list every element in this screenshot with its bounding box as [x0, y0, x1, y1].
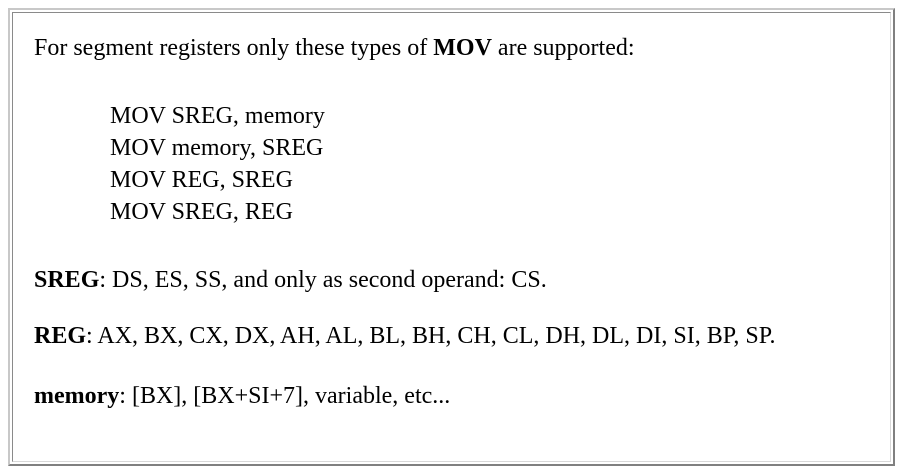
reg-term: REG — [34, 323, 87, 349]
content-panel: For segment registers only these types o… — [12, 12, 891, 462]
memory-definition: memory: [BX], [BX+SI+7], variable, etc..… — [34, 380, 450, 412]
intro-text: For segment registers only these types o… — [34, 32, 635, 64]
sreg-text: : DS, ES, SS, and only as second operand… — [99, 267, 547, 293]
code-line-3: MOV REG, SREG — [110, 167, 293, 193]
code-line-4: MOV SREG, REG — [110, 199, 293, 225]
sreg-definition: SREG: DS, ES, SS, and only as second ope… — [34, 264, 547, 296]
memory-term: memory — [34, 383, 120, 409]
intro-suffix: are supported: — [491, 35, 635, 61]
reg-text: : AX, BX, CX, DX, AH, AL, BL, BH, CH, CL… — [86, 323, 776, 349]
memory-text: : [BX], [BX+SI+7], variable, etc... — [119, 383, 451, 409]
content-frame: For segment registers only these types o… — [8, 8, 895, 466]
code-line-1: MOV SREG, memory — [110, 103, 325, 129]
intro-prefix: For segment registers only these types o… — [34, 35, 434, 61]
reg-definition: REG: AX, BX, CX, DX, AH, AL, BL, BH, CH,… — [34, 320, 775, 352]
intro-mov-keyword: MOV — [433, 35, 492, 61]
code-line-2: MOV memory, SREG — [110, 135, 324, 161]
sreg-term: SREG — [34, 267, 100, 293]
